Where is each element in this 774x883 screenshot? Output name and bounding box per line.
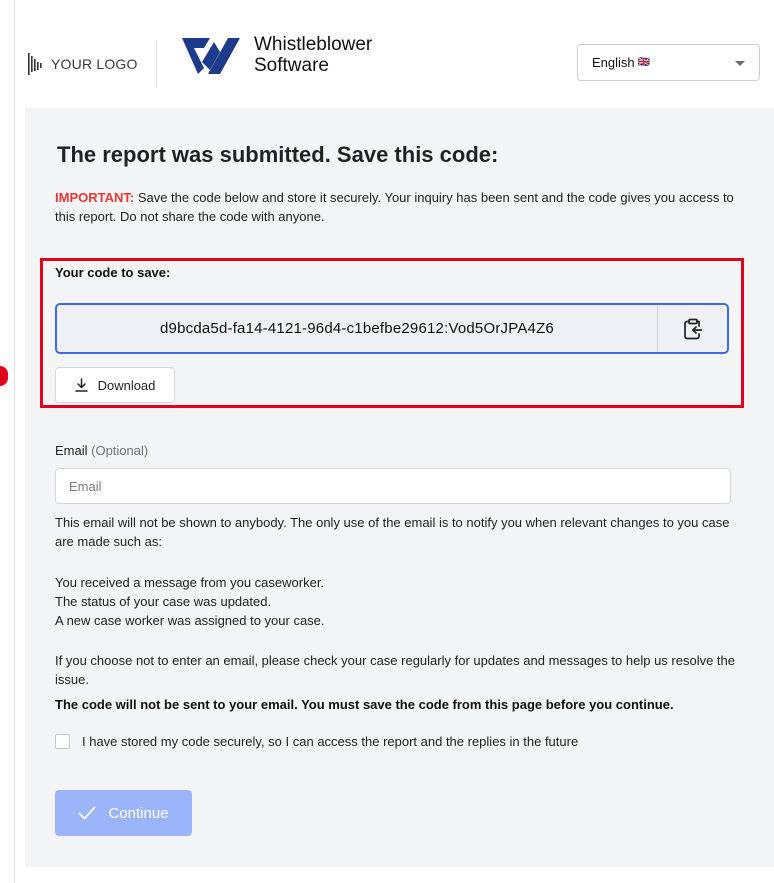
code-field: d9bcda5d-fa14-4121-96d4-c1befbe29612:Vod… [55,303,729,354]
logo-divider [156,40,157,88]
continue-button[interactable]: Continue [55,790,192,836]
notify-item: A new case worker was assigned to your c… [55,613,325,628]
notify-item: You received a message from you casework… [55,575,325,590]
brand-name-line2: Software [254,55,329,76]
page-title: The report was submitted. Save this code… [57,142,499,167]
soundwave-icon [28,53,42,75]
your-logo: YOUR LOGO [27,40,138,88]
page-frame: YOUR LOGO Whistleblower Software English… [14,0,774,883]
whistleblower-logo: Whistleblower Software [180,34,372,76]
download-label: Download [97,377,156,393]
important-label: IMPORTANT: [55,190,135,205]
no-email-note: If you choose not to enter an email, ple… [55,653,736,687]
download-button[interactable]: Download [55,367,175,403]
confirm-checkbox-label[interactable]: I have stored my code securely, so I can… [82,734,578,749]
language-selected: English [592,55,635,70]
confirm-row: I have stored my code securely, so I can… [55,734,578,749]
flag-icon: 🇬🇧 [637,57,651,68]
code-value[interactable]: d9bcda5d-fa14-4121-96d4-c1befbe29612:Vod… [57,320,657,337]
email-input[interactable] [55,468,731,504]
chevron-down-icon [735,61,745,66]
your-logo-text: YOUR LOGO [51,56,138,72]
clipboard-copy-icon [683,318,702,339]
copy-code-button[interactable] [657,305,727,352]
code-label: Your code to save: [55,265,171,280]
code-warning: The code will not be sent to your email.… [55,697,674,712]
email-label: Email (Optional) [55,443,148,458]
notify-item: The status of your case was updated. [55,594,272,609]
important-notice: IMPORTANT: Save the code below and store… [55,188,735,226]
brand-name-line1: Whistleblower [254,34,373,55]
confirm-checkbox[interactable] [55,734,70,749]
important-text: Save the code below and store it securel… [55,190,734,224]
email-info-text: This email will not be shown to anybody.… [55,515,730,549]
language-select[interactable]: English 🇬🇧 [577,44,760,81]
checkmark-icon [79,806,96,820]
continue-label: Continue [108,804,169,822]
email-optional-text: (Optional) [91,443,149,458]
whistleblower-mark-icon [182,38,240,74]
download-icon [74,378,88,392]
report-card: The report was submitted. Save this code… [25,108,774,867]
email-label-text: Email [55,443,88,458]
annotation-marker [0,366,8,386]
header: YOUR LOGO Whistleblower Software English… [15,0,774,108]
